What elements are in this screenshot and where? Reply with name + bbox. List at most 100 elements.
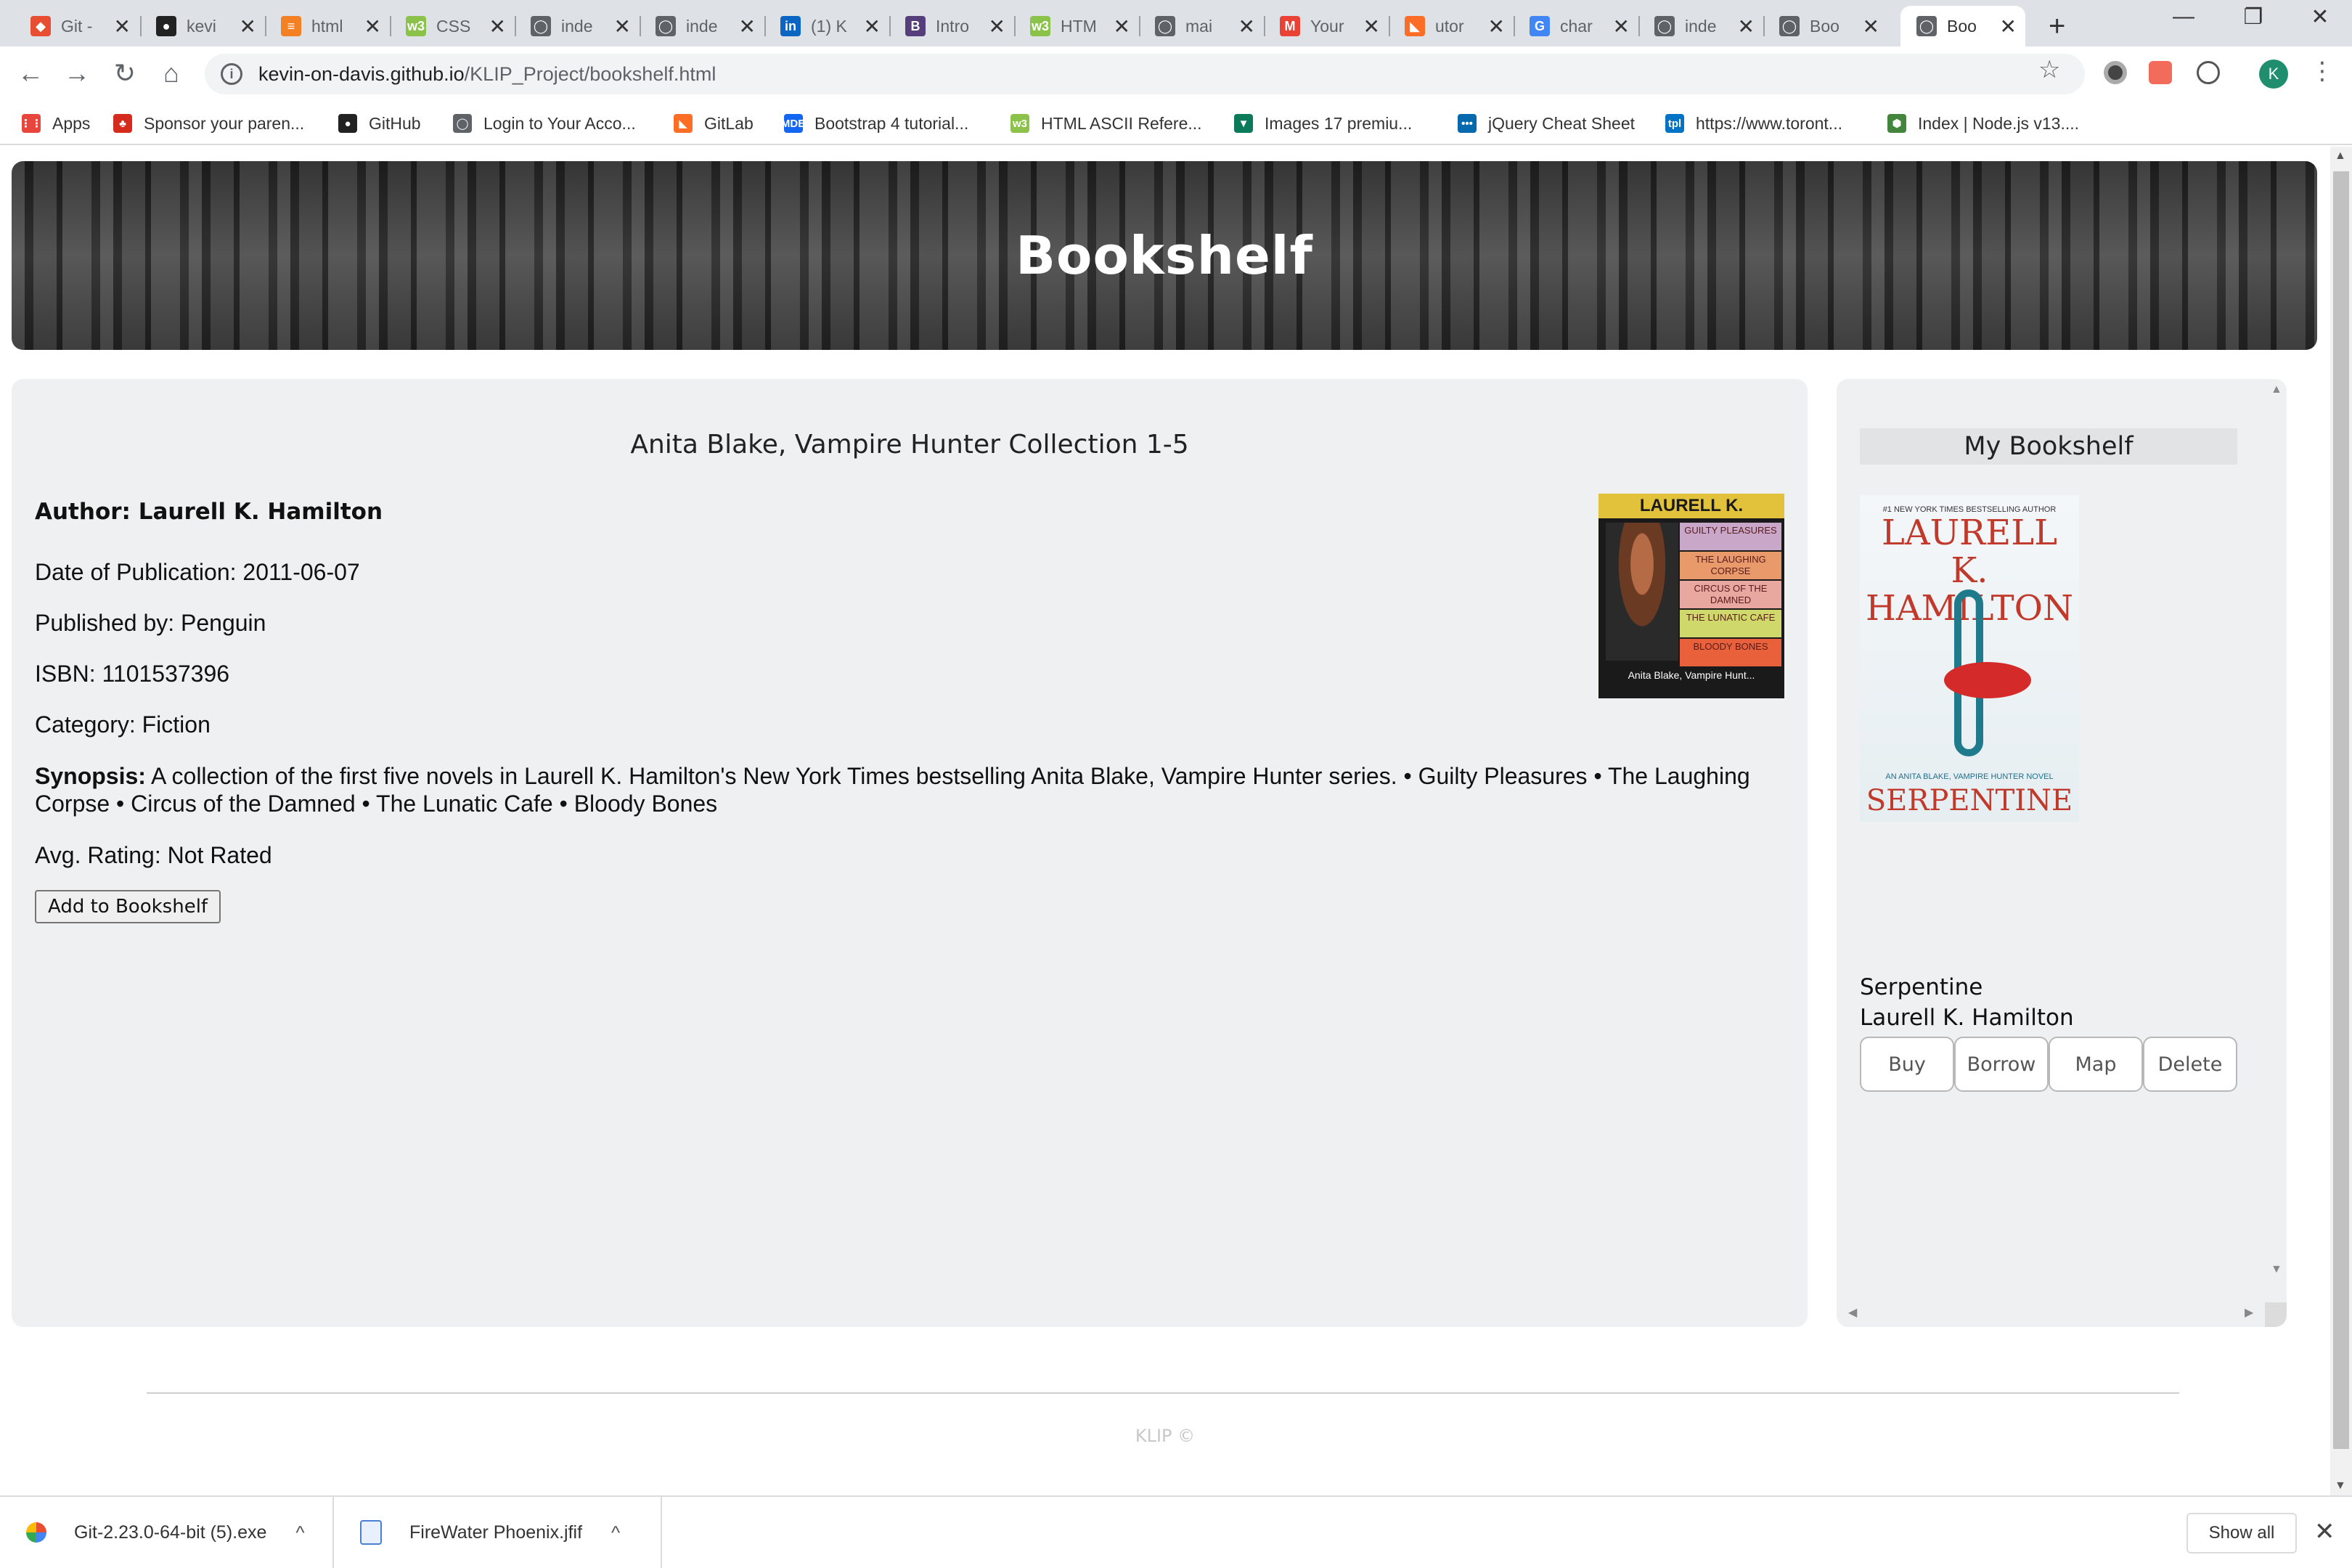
bookmark-item[interactable]: MDB Bootstrap 4 tutorial... (781, 109, 968, 138)
browser-tab[interactable]: M Your ✕ (1264, 6, 1389, 46)
download-item[interactable]: Git-2.23.0-64-bit (5).exe ^ (0, 1497, 334, 1568)
bookmark-item[interactable]: tpl https://www.toront... (1665, 109, 1842, 138)
bookmark-label: Images 17 premiu... (1265, 113, 1413, 133)
bookmark-favicon-icon: MDB (781, 114, 806, 133)
extension-icon[interactable] (2104, 61, 2127, 84)
browser-tab[interactable]: ● kevi ✕ (140, 6, 265, 46)
shelf-vertical-scrollbar[interactable]: ▲ ▼ (2266, 379, 2287, 1279)
cover-stripe: GUILTY PLEASURES (1680, 523, 1781, 550)
delete-button[interactable]: Delete (2143, 1037, 2237, 1092)
bookmark-item[interactable]: ••• jQuery Cheat Sheet (1458, 109, 1635, 138)
scroll-right-arrow-icon[interactable]: ▶ (2245, 1305, 2253, 1320)
shelf-action-buttons: Buy Borrow Map Delete (1860, 1037, 2237, 1093)
borrow-button[interactable]: Borrow (1954, 1037, 2049, 1092)
page-scroll-up-icon[interactable]: ▲ (2335, 150, 2346, 163)
show-all-downloads-button[interactable]: Show all (2186, 1513, 2297, 1553)
page-scroll-down-icon[interactable]: ▼ (2335, 1479, 2346, 1493)
browser-tab[interactable]: Gchar ✕ (1514, 6, 1638, 46)
tab-label: Your (1310, 16, 1344, 36)
browser-tab[interactable]: ◯ inde ✕ (640, 6, 764, 46)
tab-close-icon[interactable]: ✕ (864, 15, 881, 38)
profile-avatar[interactable]: K (2259, 60, 2288, 89)
add-to-bookshelf-button[interactable]: Add to Bookshelf (35, 890, 221, 923)
scroll-left-arrow-icon[interactable]: ◀ (1848, 1305, 1857, 1320)
map-button[interactable]: Map (2049, 1037, 2143, 1092)
bookmark-item[interactable]: ♣ Sponsor your paren... (113, 109, 304, 138)
reload-button[interactable]: ↻ (109, 58, 141, 89)
bookmark-item[interactable]: ⋮⋮ Apps (20, 109, 90, 138)
extension-icon[interactable] (2197, 61, 2220, 84)
browser-tab[interactable]: w3 HTM ✕ (1014, 6, 1139, 46)
close-download-shelf-icon[interactable]: ✕ (2314, 1517, 2335, 1546)
page-scroll-thumb[interactable] (2333, 171, 2349, 1449)
download-options-chevron-icon[interactable]: ^ (611, 1522, 640, 1544)
bookmark-item[interactable]: ⬢ Index | Node.js v13.... (1887, 109, 2079, 138)
tab-close-icon[interactable]: ✕ (364, 15, 381, 38)
tab-favicon-icon: ≡ (281, 16, 301, 36)
bookmarks-bar: ⋮⋮ Apps ♣ Sponsor your paren... ● GitHub ◯ Logi… (0, 102, 2352, 145)
forward-button[interactable]: → (61, 58, 93, 89)
scrollbar-corner (2265, 1302, 2287, 1327)
browser-tab[interactable]: ≡ html ✕ (265, 6, 390, 46)
browser-tab[interactable]: ◆ Git - ✕ (15, 6, 139, 46)
tab-close-icon[interactable]: ✕ (1238, 15, 1255, 38)
tab-label: kevi (187, 16, 216, 36)
bookmark-item[interactable]: ◯ Login to Your Acco... (453, 109, 636, 138)
minimize-button[interactable]: — (2155, 4, 2213, 29)
back-button[interactable]: ← (15, 58, 46, 89)
home-button[interactable]: ⌂ (155, 58, 187, 89)
address-bar[interactable]: i kevin-on-davis.github.io/KLIP_Project/… (205, 54, 2085, 94)
browser-menu-icon[interactable]: ⋮ (2310, 57, 2335, 86)
tab-close-icon[interactable]: ✕ (1488, 15, 1505, 38)
browser-tab[interactable]: ◯ inde ✕ (515, 6, 640, 46)
scroll-down-arrow-icon[interactable]: ▼ (2271, 1263, 2282, 1276)
tab-close-icon[interactable]: ✕ (739, 15, 756, 38)
shelf-horizontal-scrollbar[interactable]: ◀ ▶ (1837, 1298, 2287, 1327)
bookmark-item[interactable]: ◣ GitLab (674, 109, 754, 138)
tab-close-icon[interactable]: ✕ (1863, 15, 1879, 38)
tab-favicon-icon: ◆ (30, 16, 51, 36)
cover-stripe: THE LUNATIC CAFE (1680, 610, 1781, 637)
cover-stripe: THE LAUGHING CORPSE (1680, 552, 1781, 579)
browser-tab[interactable]: w3 CSS ✕ (390, 6, 515, 46)
bookmark-item[interactable]: ● GitHub (338, 109, 421, 138)
tab-close-icon[interactable]: ✕ (489, 15, 506, 38)
tab-close-icon[interactable]: ✕ (989, 15, 1005, 38)
download-filename: Git-2.23.0-64-bit (5).exe (74, 1522, 267, 1543)
bookmark-label: jQuery Cheat Sheet (1488, 113, 1636, 133)
restore-button[interactable]: ❐ (2224, 4, 2282, 30)
new-tab-button[interactable]: + (2049, 10, 2065, 43)
tab-close-icon[interactable]: ✕ (2000, 15, 2017, 38)
tab-close-icon[interactable]: ✕ (1114, 15, 1130, 38)
download-options-chevron-icon[interactable]: ^ (295, 1522, 324, 1544)
tab-close-icon[interactable]: ✕ (1738, 15, 1755, 38)
tab-label: HTM (1061, 16, 1097, 36)
bookmark-star-icon[interactable]: ☆ (2038, 55, 2060, 84)
site-info-icon[interactable]: i (221, 63, 242, 85)
browser-tab[interactable]: B Intro ✕ (889, 6, 1014, 46)
browser-tab[interactable]: ◯ inde ✕ (1638, 6, 1763, 46)
book-author: Author: Laurell K. Hamilton (35, 499, 383, 525)
bookmark-item[interactable]: ▼ Images 17 premiu... (1234, 109, 1412, 138)
browser-tab[interactable]: ◯ mai ✕ (1139, 6, 1264, 46)
browser-tab[interactable]: ◯ Boo ✕ (1900, 6, 2025, 46)
window-close-button[interactable]: ✕ (2291, 4, 2349, 30)
scroll-up-arrow-icon[interactable]: ▲ (2271, 383, 2282, 396)
extension-icon[interactable] (2149, 61, 2172, 84)
buy-button[interactable]: Buy (1860, 1037, 1954, 1092)
tab-close-icon[interactable]: ✕ (614, 15, 631, 38)
tab-close-icon[interactable]: ✕ (114, 15, 131, 38)
tab-close-icon[interactable]: ✕ (240, 15, 256, 38)
bookmark-favicon-icon: ◯ (453, 114, 472, 133)
tab-label: inde (561, 16, 593, 36)
tab-close-icon[interactable]: ✕ (1613, 15, 1630, 38)
bookmark-label: GitLab (704, 113, 754, 133)
download-item[interactable]: FireWater Phoenix.jfif ^ (334, 1497, 662, 1568)
browser-tab[interactable]: ◯ Boo ✕ (1763, 6, 1888, 46)
browser-tab[interactable]: ◣ utor ✕ (1389, 6, 1514, 46)
tab-close-icon[interactable]: ✕ (1363, 15, 1380, 38)
browser-tab[interactable]: in (1) K ✕ (764, 6, 889, 46)
bookmark-item[interactable]: w3 HTML ASCII Refere... (1010, 109, 1202, 138)
bookmark-label: GitHub (369, 113, 421, 133)
page-scrollbar[interactable]: ▲ ▼ (2330, 147, 2352, 1495)
